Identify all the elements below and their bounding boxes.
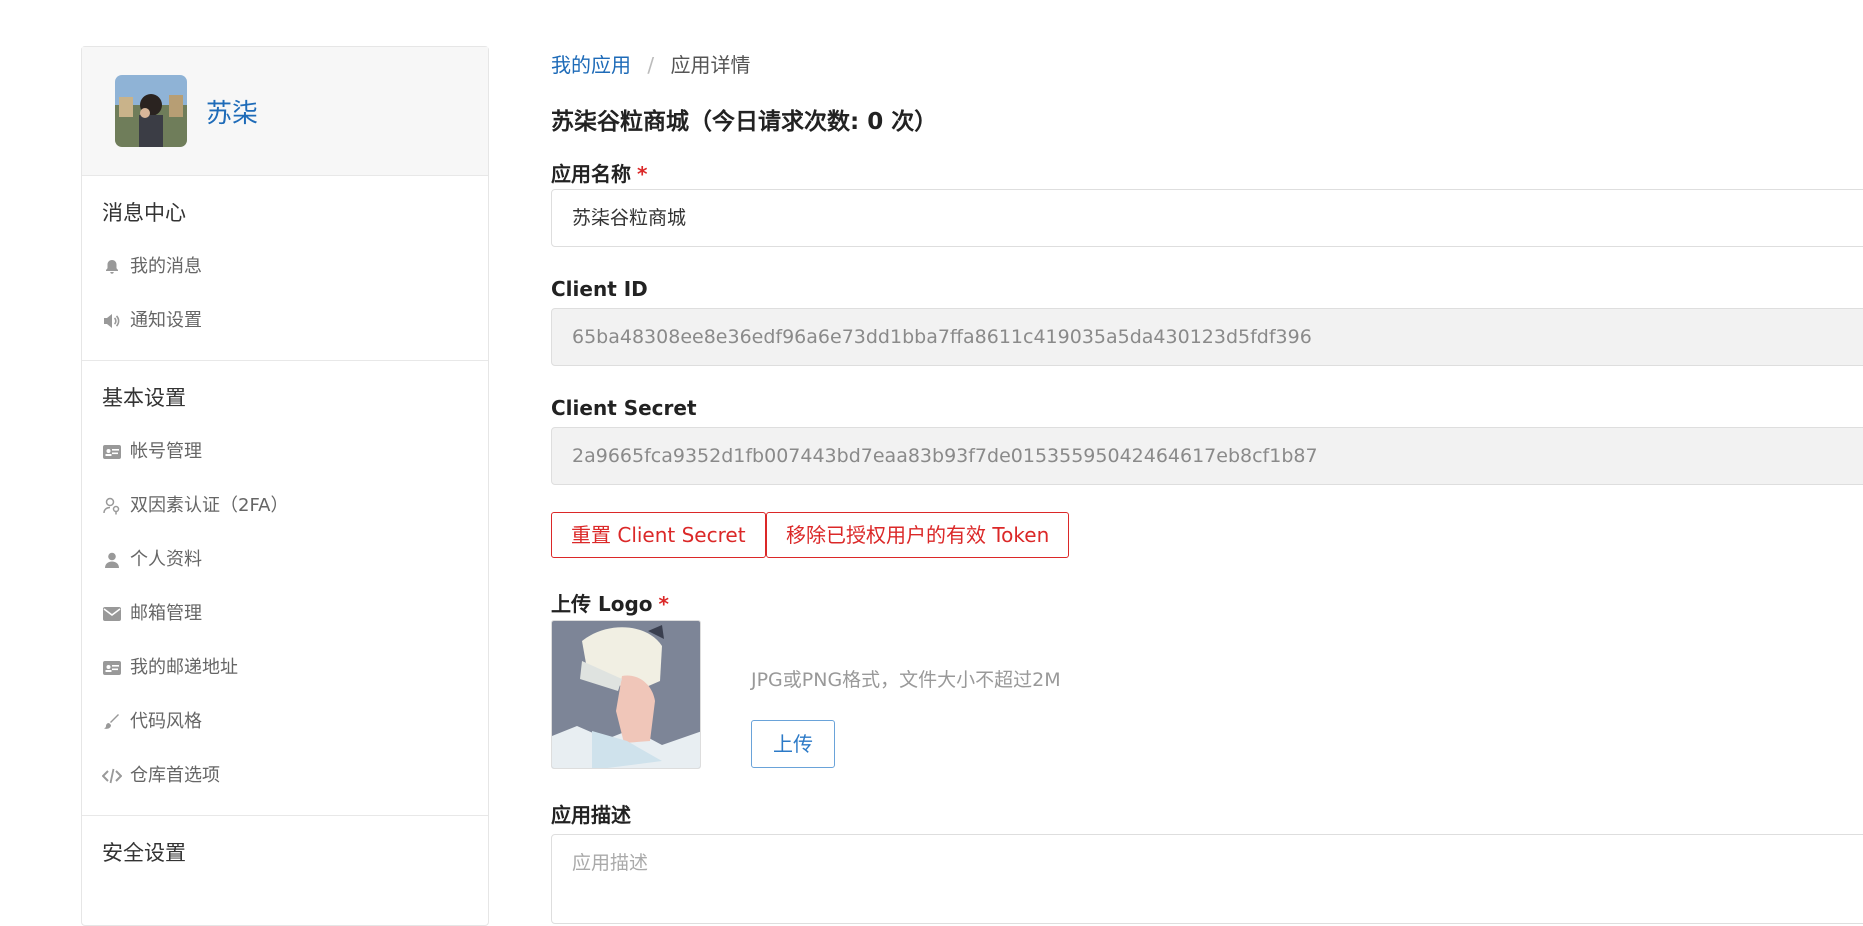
logo-format-hint: JPG或PNG格式，文件大小不超过2M	[751, 669, 1061, 691]
id-card-icon	[102, 442, 122, 462]
app-name-label: 应用名称 *	[551, 158, 647, 187]
sidebar-item-email[interactable]: 邮箱管理	[82, 587, 488, 641]
required-mark: *	[658, 592, 669, 616]
section-title-security: 安全设置	[102, 841, 186, 865]
upload-logo-button[interactable]: 上传	[751, 720, 835, 768]
sidebar-item-label: 个人资料	[130, 549, 202, 570]
app-name-input[interactable]: 苏柒谷粒商城	[551, 189, 1863, 247]
avatar[interactable]	[115, 75, 187, 147]
user-key-icon	[102, 496, 122, 516]
profile-header: 苏柒	[82, 47, 488, 176]
client-secret-label: Client Secret	[551, 396, 697, 420]
bell-icon	[102, 257, 122, 277]
reset-client-secret-button[interactable]: 重置 Client Secret	[551, 512, 766, 558]
volume-icon	[102, 311, 122, 331]
sidebar-item-label: 我的消息	[130, 256, 202, 277]
sidebar-item-code-style[interactable]: 代码风格	[82, 695, 488, 749]
sidebar-item-label: 仓库首选项	[130, 765, 220, 786]
sidebar-item-label: 通知设置	[130, 310, 202, 331]
section-title-basic: 基本设置	[102, 386, 186, 410]
sidebar-item-label: 邮箱管理	[130, 603, 202, 624]
breadcrumb-current: 应用详情	[670, 53, 751, 77]
logo-label: 上传 Logo *	[551, 588, 669, 617]
sidebar-item-notification-settings[interactable]: 通知设置	[82, 294, 488, 348]
sidebar-item-profile[interactable]: 个人资料	[82, 533, 488, 587]
app-description-label: 应用描述	[551, 803, 631, 827]
app-description-textarea[interactable]: 应用描述	[551, 834, 1863, 924]
app-logo-image	[551, 620, 701, 769]
sidebar-item-repo-preferences[interactable]: 仓库首选项	[82, 749, 488, 803]
client-id-field[interactable]: 65ba48308ee8e36edf96a6e73dd1bba7ffa8611c…	[551, 308, 1863, 366]
sidebar-item-account[interactable]: 帐号管理	[82, 425, 488, 479]
sidebar-item-2fa[interactable]: 双因素认证（2FA）	[82, 479, 488, 533]
page-title: 苏柒谷粒商城（今日请求次数: 0 次）	[551, 109, 938, 135]
breadcrumb-my-apps[interactable]: 我的应用	[551, 53, 631, 77]
app-name-label-text: 应用名称	[551, 162, 631, 186]
breadcrumb-separator: /	[647, 53, 655, 77]
sidebar-item-label: 帐号管理	[130, 441, 202, 462]
envelope-icon	[102, 604, 122, 624]
menu-section-security: 安全设置	[82, 816, 488, 892]
menu-section-messages: 消息中心 我的消息 通知设置	[82, 176, 488, 361]
revoke-tokens-button[interactable]: 移除已授权用户的有效 Token	[766, 512, 1070, 558]
user-icon	[102, 550, 122, 570]
breadcrumb: 我的应用 / 应用详情	[551, 49, 750, 78]
client-secret-field[interactable]: 2a9665fca9352d1fb007443bd7eaa83b93f7de01…	[551, 427, 1863, 485]
client-id-label: Client ID	[551, 277, 648, 301]
settings-sidebar: 苏柒 消息中心 我的消息 通知设置 基本设置 帐号管理 双因素认证（2FA） 个…	[81, 46, 489, 926]
sidebar-item-label: 双因素认证（2FA）	[130, 495, 289, 516]
sidebar-item-label: 代码风格	[130, 711, 202, 732]
sidebar-item-my-messages[interactable]: 我的消息	[82, 240, 488, 294]
address-card-icon	[102, 658, 122, 678]
menu-section-basic: 基本设置 帐号管理 双因素认证（2FA） 个人资料 邮箱管理 我的邮递地址 代码…	[82, 361, 488, 816]
code-icon	[102, 766, 122, 786]
required-mark: *	[637, 162, 648, 186]
logo-label-text: 上传 Logo	[551, 592, 653, 616]
sidebar-item-mailing-address[interactable]: 我的邮递地址	[82, 641, 488, 695]
sidebar-item-label: 我的邮递地址	[130, 657, 238, 678]
section-title-messages: 消息中心	[102, 201, 186, 225]
paint-brush-icon	[102, 712, 122, 732]
user-name[interactable]: 苏柒	[206, 93, 258, 130]
